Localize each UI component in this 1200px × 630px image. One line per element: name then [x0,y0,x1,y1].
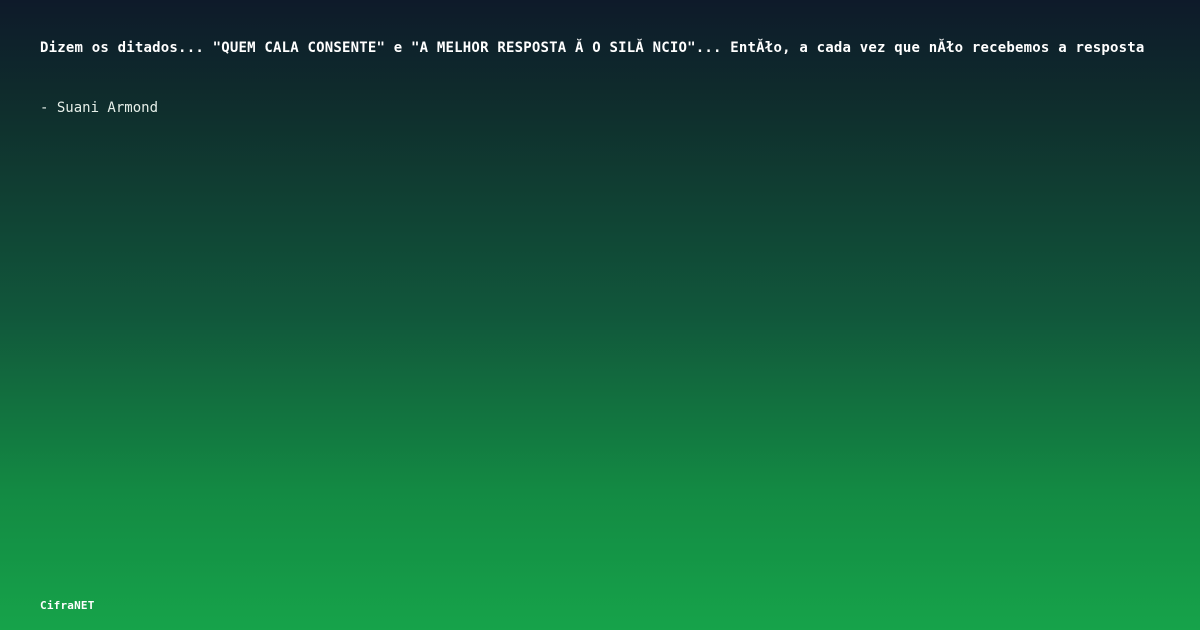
brand-label: CifraNET [40,599,95,612]
quote-text: Dizem os ditados... "QUEM CALA CONSENTE"… [40,40,1145,56]
quote-author: - Suani Armond [40,100,159,116]
